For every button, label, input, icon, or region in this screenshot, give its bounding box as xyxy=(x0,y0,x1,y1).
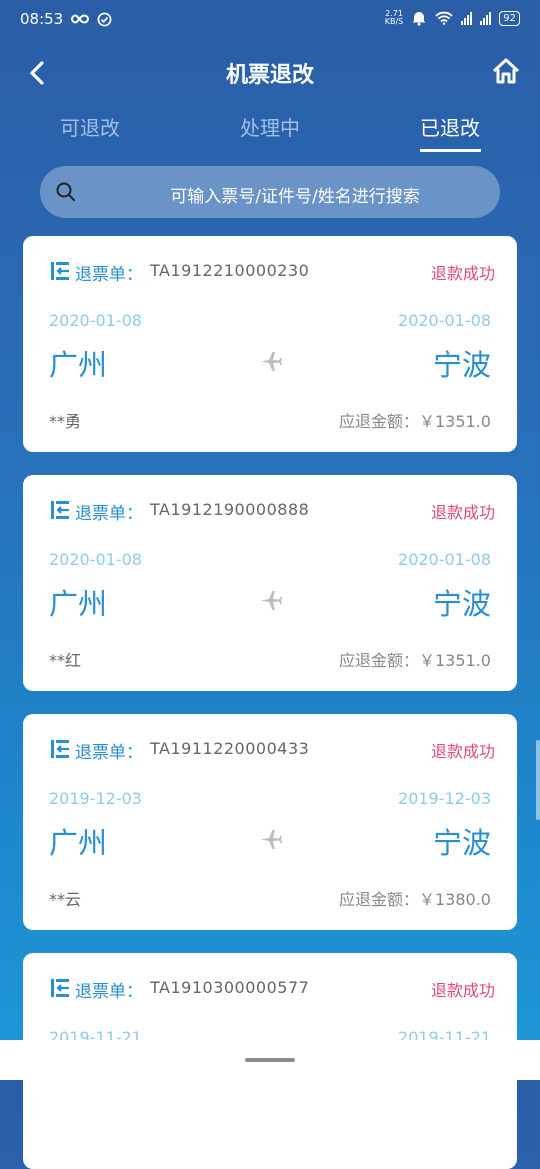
tab-bar: 可退改 处理中 已退改 xyxy=(0,112,540,157)
ticket-label: 退票单： xyxy=(75,743,143,763)
refund-amount: 应退金额：￥1351.0 xyxy=(339,412,491,431)
home-icon[interactable] xyxy=(490,55,522,87)
status-badge: 退款成功 xyxy=(430,981,495,1000)
refund-amount: 应退金额：￥1351.0 xyxy=(339,651,491,670)
nav-bar: 机票退改 xyxy=(0,45,540,100)
ticket-number: TA1910300000577 xyxy=(150,978,310,997)
passenger-name: **云 xyxy=(49,890,82,909)
signal-1-icon xyxy=(461,11,473,25)
signal-2-icon xyxy=(480,11,492,25)
infinity-icon xyxy=(71,14,90,24)
system-navigation-bar xyxy=(0,1040,540,1080)
status-badge: 退款成功 xyxy=(430,264,495,283)
network-speed-unit: KB/S xyxy=(384,17,404,26)
arrival-city: 宁波 xyxy=(432,587,491,621)
tab-completed[interactable]: 已退改 xyxy=(390,112,510,141)
refund-order-card[interactable]: 退票单： TA1912210000230 退款成功 2020-01-08 202… xyxy=(23,236,517,452)
status-badge: 退款成功 xyxy=(430,742,495,761)
status-bar: 08:53 2.71 KB/S 92 xyxy=(0,0,540,40)
ticket-number: TA1912210000230 xyxy=(150,261,310,280)
airplane-icon xyxy=(261,591,282,610)
departure-date: 2020-01-08 xyxy=(49,311,142,330)
arrival-city: 宁波 xyxy=(432,348,491,382)
tab-active-indicator xyxy=(420,149,481,152)
departure-date: 2020-01-08 xyxy=(49,550,142,569)
status-left: 08:53 xyxy=(20,10,112,28)
wifi-icon xyxy=(435,11,453,25)
refund-ticket-icon xyxy=(51,740,69,758)
page-title: 机票退改 xyxy=(225,63,314,88)
passenger-name: **红 xyxy=(49,651,82,670)
passenger-name: **勇 xyxy=(49,412,82,431)
refund-order-card[interactable]: 退票单： TA1912190000888 退款成功 2020-01-08 202… xyxy=(23,475,517,691)
refund-amount: 应退金额：￥1380.0 xyxy=(339,890,491,909)
ticket-label: 退票单： xyxy=(75,265,143,285)
ticket-number: TA1911220000433 xyxy=(150,739,310,758)
arrival-date: 2020-01-08 xyxy=(398,550,491,569)
home-indicator[interactable] xyxy=(245,1058,295,1062)
refund-ticket-icon xyxy=(51,979,69,997)
airplane-icon xyxy=(261,352,282,371)
departure-date: 2019-12-03 xyxy=(49,789,142,808)
tab-processing[interactable]: 处理中 xyxy=(210,112,330,141)
ticket-label: 退票单： xyxy=(75,982,143,1002)
refund-order-card[interactable]: 退票单： TA1911220000433 退款成功 2019-12-03 201… xyxy=(23,714,517,930)
arrival-city: 宁波 xyxy=(432,826,491,860)
search-box[interactable]: 可输入票号/证件号/姓名进行搜索 xyxy=(40,166,500,218)
status-right: 2.71 KB/S 92 xyxy=(385,10,520,26)
ticket-number: TA1912190000888 xyxy=(150,500,310,519)
ticket-label: 退票单： xyxy=(75,504,143,524)
refund-ticket-icon xyxy=(51,501,69,519)
battery-indicator: 92 xyxy=(499,10,520,26)
alarm-icon xyxy=(412,12,426,26)
airplane-icon xyxy=(261,830,282,849)
search-input[interactable]: 可输入票号/证件号/姓名进行搜索 xyxy=(100,182,490,207)
check-circle-icon xyxy=(97,12,112,26)
departure-city: 广州 xyxy=(49,587,108,621)
tab-refundable[interactable]: 可退改 xyxy=(30,112,150,141)
arrival-date: 2020-01-08 xyxy=(398,311,491,330)
refund-ticket-icon xyxy=(51,262,69,280)
network-speed: 2.71 KB/S xyxy=(385,10,404,26)
status-time: 08:53 xyxy=(20,10,64,28)
departure-city: 广州 xyxy=(49,826,108,860)
status-badge: 退款成功 xyxy=(430,503,495,522)
scrollbar-thumb[interactable] xyxy=(536,740,540,820)
search-icon xyxy=(56,182,75,201)
departure-city: 广州 xyxy=(49,348,108,382)
arrival-date: 2019-12-03 xyxy=(398,789,491,808)
